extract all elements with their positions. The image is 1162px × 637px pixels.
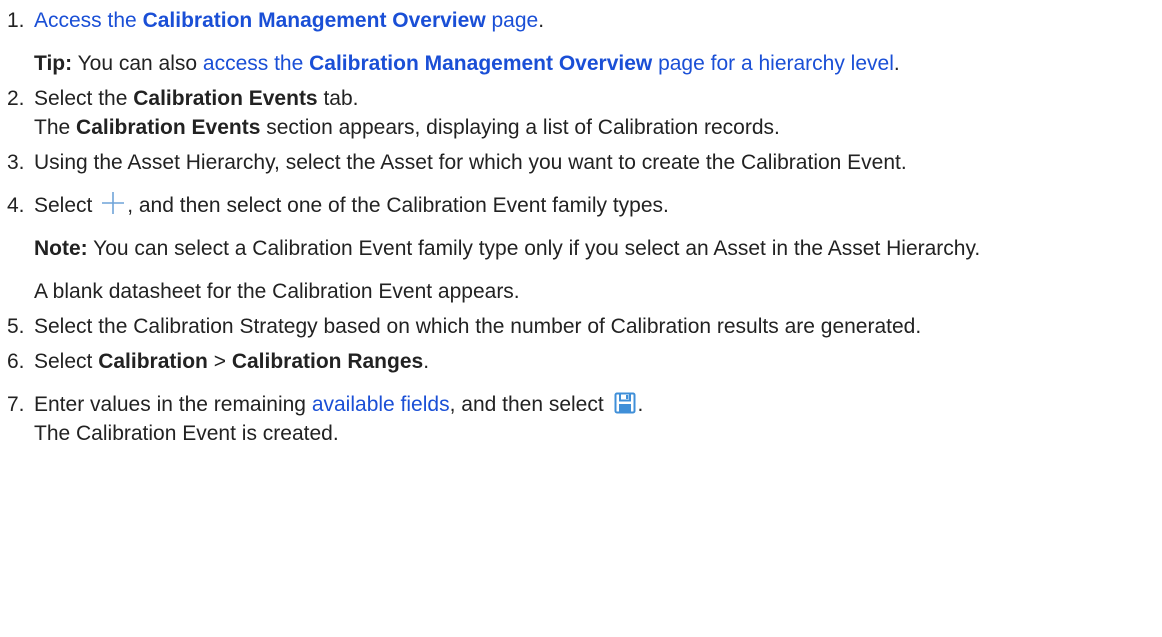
available-fields-link[interactable]: available fields [312,393,450,416]
step-number: 5. [7,315,25,338]
step-number: 6. [7,350,25,373]
step-3: 3. Using the Asset Hierarchy, select the… [0,148,1152,177]
step-4-text: Select , and then select one of the Cali… [34,192,669,217]
step-number: 4. [7,194,25,217]
step-7: 7. Enter values in the remaining availab… [0,390,1152,448]
step-1-text: Access the Calibration Management Overvi… [34,9,545,32]
step-7-result: The Calibration Event is created. [34,422,339,445]
procedure-page: 1. Access the Calibration Management Ove… [0,0,1162,637]
step-6: 6. Select Calibration > Calibration Rang… [0,347,1152,376]
step-5: 5. Select the Calibration Strategy based… [0,312,1152,341]
tip-paragraph: Tip: You can also access the Calibration… [34,52,900,75]
step-6-text: Select Calibration > Calibration Ranges. [34,350,430,373]
step-2-result: The Calibration Events section appears, … [34,116,780,139]
step-7-text: Enter values in the remaining available … [34,392,644,416]
step-5-text: Select the Calibration Strategy based on… [34,315,922,338]
step-number: 2. [7,87,25,110]
step-number: 7. [7,393,25,416]
plus-icon[interactable] [102,192,125,214]
note-paragraph: Note: You can select a Calibration Event… [34,237,981,260]
step-1: 1. Access the Calibration Management Ove… [0,6,1152,78]
step-4-result: A blank datasheet for the Calibration Ev… [34,280,520,303]
step-4: 4. Select , and then select one of the C… [0,191,1152,306]
step-3-text: Using the Asset Hierarchy, select the As… [34,151,907,174]
step-number: 1. [7,9,25,32]
step-2-text: Select the Calibration Events tab. [34,87,359,110]
hierarchy-level-overview-link[interactable]: access the Calibration Management Overvi… [203,52,894,75]
save-icon[interactable] [614,392,636,414]
procedure-steps: 1. Access the Calibration Management Ove… [0,6,1152,448]
calibration-overview-link[interactable]: Access the Calibration Management Overvi… [34,9,538,32]
step-number: 3. [7,151,25,174]
note-label: Note: [34,237,88,260]
tip-label: Tip: [34,52,73,75]
step-2: 2. Select the Calibration Events tab. Th… [0,84,1152,142]
